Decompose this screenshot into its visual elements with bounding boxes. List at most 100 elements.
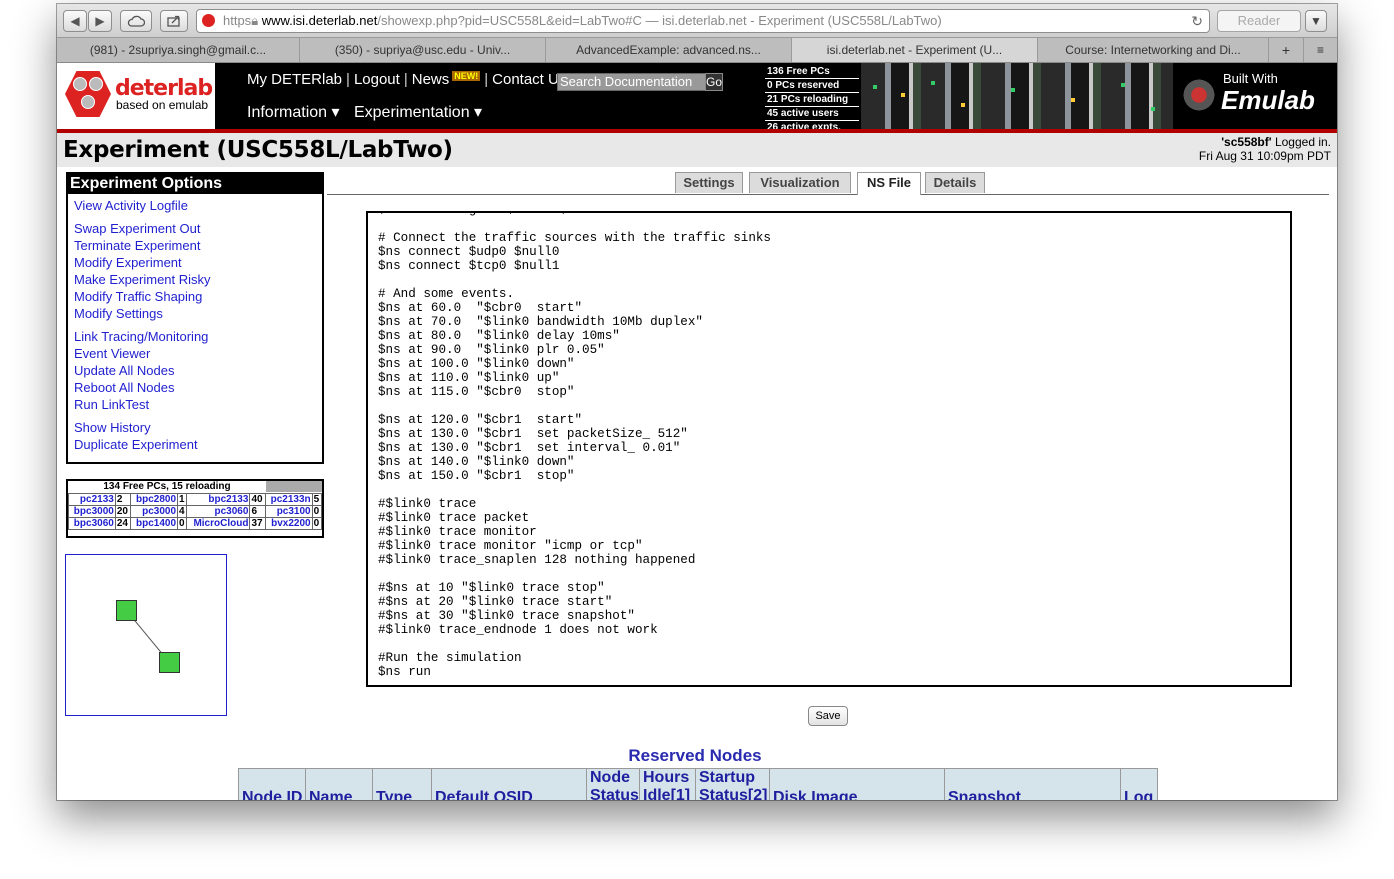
col-type[interactable]: Type	[373, 769, 432, 800]
pc-count: 2	[114, 493, 132, 506]
option-event-viewer[interactable]: Event Viewer	[74, 346, 150, 361]
tab-visualization[interactable]: Visualization	[749, 172, 851, 193]
nav-information-menu[interactable]: Information ▾	[247, 104, 340, 121]
pc-type-link[interactable]: bpc2800	[130, 493, 179, 506]
option-terminate-experiment[interactable]: Terminate Experiment	[74, 238, 200, 253]
option-update-all-nodes[interactable]: Update All Nodes	[74, 363, 174, 378]
topology-thumbnail[interactable]	[65, 554, 227, 716]
pc-type-link[interactable]: bpc1400	[130, 517, 179, 530]
pc-type-link[interactable]: pc3100	[264, 505, 313, 518]
search-input[interactable]: Search Documentation	[557, 73, 707, 91]
option-show-history[interactable]: Show History	[74, 420, 151, 435]
nav-my-deterlab[interactable]: My DETERlab	[247, 71, 342, 88]
ns-file-editor[interactable]: $ns attach-agent $node1 $null0 # Connect…	[366, 211, 1292, 687]
col-node-status[interactable]: Node Status	[587, 769, 640, 800]
tab-ns-file[interactable]: NS File	[857, 172, 921, 195]
browser-tab[interactable]: (350) - supriya@usc.edu - Univ...	[300, 38, 546, 62]
forward-icon: ▶	[95, 14, 105, 28]
tab-settings[interactable]: Settings	[675, 172, 743, 193]
browser-tab-active[interactable]: isi.deterlab.net - Experiment (U...	[792, 38, 1038, 62]
pc-type-link[interactable]: pc3060	[186, 505, 251, 518]
pc-count: 24	[114, 517, 132, 530]
back-icon: ◀	[70, 14, 80, 28]
built-with-emulab-logo[interactable]: Built With Emulab	[1173, 63, 1337, 129]
nav-logout[interactable]: Logout	[354, 71, 400, 88]
col-startup-status[interactable]: Startup Status[2]	[696, 769, 770, 800]
free-pcs-table: pc2133 2 bpc2800 1 bpc2133 40 pc2133n 5 bpc3…	[68, 493, 323, 530]
pc-count: 0	[176, 517, 188, 530]
nav-experimentation-menu[interactable]: Experimentation ▾	[354, 104, 482, 121]
pc-type-link[interactable]: pc2133	[68, 493, 116, 506]
pc-type-link[interactable]: bvx2200	[264, 517, 313, 530]
pc-type-link[interactable]: bpc3000	[68, 505, 116, 518]
icloud-tabs-button[interactable]	[120, 10, 152, 32]
option-view-activity-logfile[interactable]: View Activity Logfile	[74, 198, 188, 213]
forward-button[interactable]: ▶	[88, 10, 112, 32]
login-status: 'sc558bf' Logged in. Fri Aug 31 10:09pm …	[1199, 135, 1331, 163]
url-host: www.isi.deterlab.net	[261, 13, 378, 28]
new-badge: NEW!	[452, 71, 481, 81]
search-go-button[interactable]: Go	[705, 73, 723, 91]
option-duplicate-experiment[interactable]: Duplicate Experiment	[74, 437, 198, 452]
nav-contact[interactable]: Contact Us	[492, 71, 566, 88]
login-user: 'sc558bf'	[1221, 135, 1272, 149]
browser-window: ◀ ▶ https🔒︎ www.isi.deterlab.net/showexp…	[57, 4, 1337, 800]
browser-tab[interactable]: AdvancedExample: advanced.ns...	[546, 38, 792, 62]
option-reboot-all-nodes[interactable]: Reboot All Nodes	[74, 380, 174, 395]
topology-link	[125, 609, 170, 663]
col-snapshot[interactable]: Snapshot	[945, 769, 1121, 800]
downloads-button[interactable]: ▼	[1305, 10, 1327, 32]
lock-icon: 🔒︎	[251, 13, 262, 28]
server-racks-banner	[861, 63, 1173, 129]
tab-details[interactable]: Details	[925, 172, 985, 193]
option-link-tracing[interactable]: Link Tracing/Monitoring	[74, 329, 208, 344]
site-header: deterlab based on emulab My DETERlab | Log…	[57, 63, 1337, 135]
save-button[interactable]: Save	[808, 706, 848, 726]
nav-news[interactable]: News	[412, 71, 450, 88]
option-modify-experiment[interactable]: Modify Experiment	[74, 255, 182, 270]
back-button[interactable]: ◀	[63, 10, 87, 32]
option-modify-traffic-shaping[interactable]: Modify Traffic Shaping	[74, 289, 202, 304]
experiment-options-panel: Experiment Options View Activity Logfile…	[66, 172, 324, 464]
new-tab-button[interactable]: +	[1269, 38, 1304, 62]
share-button[interactable]	[160, 10, 188, 32]
deterlab-logo[interactable]: deterlab based on emulab	[57, 63, 215, 129]
table-row: bpc3000 20 pc3000 4 pc3060 6 pc3100 0	[68, 505, 323, 518]
address-bar[interactable]: https🔒︎ www.isi.deterlab.net/showexp.php…	[196, 9, 1210, 33]
col-name[interactable]: Name	[306, 769, 373, 800]
col-hours-idle[interactable]: Hours Idle[1]	[640, 769, 696, 800]
col-node-id[interactable]: Node ID	[239, 769, 306, 800]
page-title: Experiment (USC558L/LabTwo)	[63, 137, 453, 163]
col-default-osid[interactable]: Default OSID	[432, 769, 587, 800]
option-modify-settings[interactable]: Modify Settings	[74, 306, 163, 321]
browser-toolbar: ◀ ▶ https🔒︎ www.isi.deterlab.net/showexp…	[57, 4, 1337, 38]
share-icon	[167, 15, 180, 27]
stat-pcs-reloading: 21 PCs reloading	[765, 93, 859, 107]
reader-button[interactable]: Reader	[1217, 10, 1301, 32]
pc-type-link[interactable]: bpc2133	[186, 493, 251, 506]
pc-type-link[interactable]: MicroCloud	[186, 517, 251, 530]
pc-type-link[interactable]: pc2133n	[264, 493, 313, 506]
browser-tab[interactable]: (981) - 2supriya.singh@gmail.c...	[57, 38, 300, 62]
option-run-linktest[interactable]: Run LinkTest	[74, 397, 149, 412]
current-datetime: Fri Aug 31 10:09pm PDT	[1198, 149, 1331, 163]
free-pcs-heading: 134 Free PCs, 15 reloading	[103, 481, 231, 492]
pc-type-link[interactable]: pc3000	[130, 505, 179, 518]
table-row: bpc3060 24 bpc1400 0 MicroCloud 37 bvx2200 0	[68, 517, 323, 530]
login-text: Logged in.	[1271, 135, 1331, 149]
option-make-experiment-risky[interactable]: Make Experiment Risky	[74, 272, 211, 287]
emulab-logo-icon	[1181, 77, 1217, 113]
browser-tab[interactable]: Course: Internetworking and Di...	[1038, 38, 1269, 62]
col-log[interactable]: Log	[1121, 769, 1157, 800]
option-swap-experiment-out[interactable]: Swap Experiment Out	[74, 221, 200, 236]
reserved-nodes-heading: Reserved Nodes	[628, 746, 762, 765]
top-nav: My DETERlab | Logout | News NEW! | Contact Us	[247, 71, 567, 88]
reserved-nodes-table: Node ID Name Type Default OSID Node Stat…	[238, 768, 1158, 800]
reload-icon[interactable]: ↻	[1191, 10, 1203, 32]
table-row: pc2133 2 bpc2800 1 bpc2133 40 pc2133n 5	[68, 493, 323, 506]
topology-node	[159, 652, 180, 673]
tab-list-icon: ≡	[1316, 43, 1324, 57]
pc-type-link[interactable]: bpc3060	[68, 517, 116, 530]
col-disk-image[interactable]: Disk Image	[770, 769, 945, 800]
tab-overview-button[interactable]: ≡	[1304, 38, 1337, 62]
